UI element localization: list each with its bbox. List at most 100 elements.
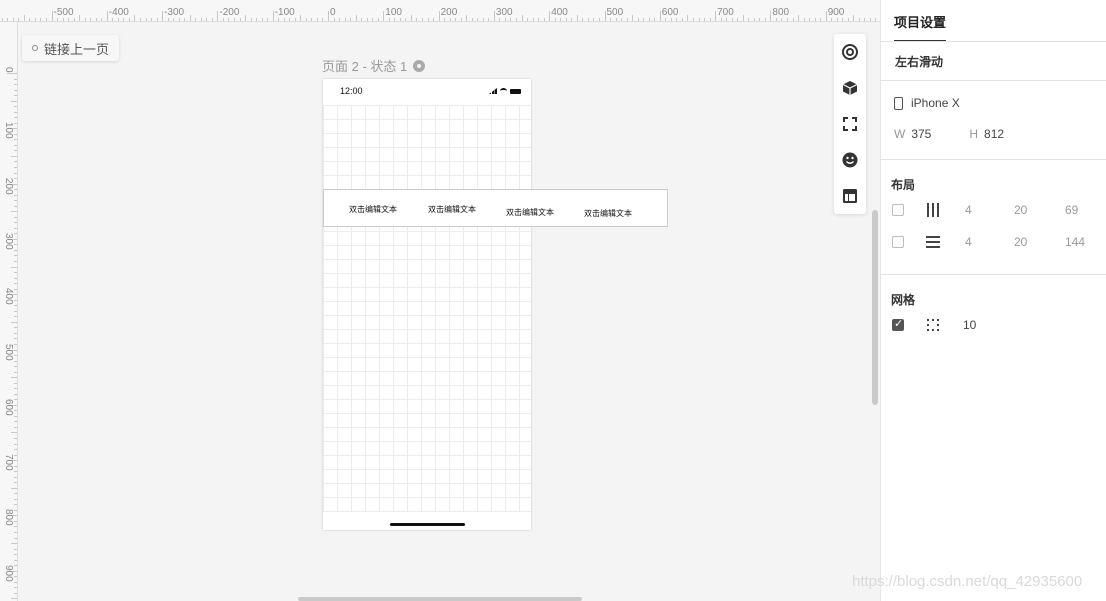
ruler-tick <box>499 18 501 21</box>
focus-frame-icon[interactable] <box>842 116 858 132</box>
ruler-tick <box>14 366 17 368</box>
ruler-tick <box>14 150 17 152</box>
swipe-item-text[interactable]: 双击编辑文本 <box>428 204 476 215</box>
columns-gutter[interactable]: 20 <box>1014 203 1027 217</box>
ruler-tick <box>742 15 744 21</box>
vertical-scrollbar[interactable] <box>872 210 878 405</box>
grid-size[interactable]: 10 <box>963 318 976 332</box>
ruler-tick <box>11 432 17 434</box>
ruler-label: -500 <box>53 7 74 18</box>
ruler-tick <box>256 18 258 21</box>
ruler-tick <box>692 18 694 21</box>
ruler-tick <box>748 18 750 21</box>
swipe-item-text[interactable]: 双击编辑文本 <box>584 208 632 219</box>
ruler-tick <box>858 18 860 21</box>
ruler-tick <box>14 272 17 274</box>
ruler-tick <box>95 18 97 21</box>
ruler-tick <box>687 15 689 21</box>
interaction-type-label[interactable]: 左右滑动 <box>895 53 943 70</box>
target-icon[interactable] <box>842 44 858 60</box>
ruler-tick <box>14 277 17 279</box>
ruler-tick <box>836 18 838 21</box>
height-value[interactable]: 812 <box>984 127 1004 141</box>
ruler-tick <box>14 249 17 251</box>
device-selector[interactable]: iPhone X <box>894 96 960 110</box>
grid-checkbox[interactable] <box>892 317 904 331</box>
ruler-label: 200 <box>440 7 458 18</box>
horizontal-scrollbar[interactable] <box>298 597 582 601</box>
rows-checkbox[interactable] <box>892 236 904 248</box>
columns-count[interactable]: 4 <box>965 203 972 217</box>
swipe-item-text[interactable]: 双击编辑文本 <box>349 204 397 215</box>
ruler-tick <box>14 592 17 594</box>
ruler-tick <box>23 15 25 21</box>
ruler-tick <box>305 18 307 21</box>
ruler-tick <box>322 18 324 21</box>
ruler-label: 200 <box>3 177 14 195</box>
ruler-tick <box>73 18 75 21</box>
rows-gutter[interactable]: 20 <box>1014 235 1027 249</box>
ruler-tick <box>250 18 252 21</box>
tab-project-settings[interactable]: 项目设置 <box>894 12 947 42</box>
ruler-tick <box>14 493 17 495</box>
swipe-component[interactable]: 双击编辑文本 双击编辑文本 双击编辑文本 双击编辑文本 <box>323 189 668 227</box>
ruler-tick <box>875 18 877 21</box>
ruler-label: 100 <box>385 7 402 18</box>
ruler-tick <box>759 18 761 21</box>
rows-margin[interactable]: 144 <box>1065 235 1085 249</box>
ruler-tick <box>14 78 17 80</box>
ruler-tick <box>84 18 86 21</box>
ruler-tick <box>173 18 175 21</box>
cube-icon[interactable] <box>842 80 858 96</box>
ruler-tick <box>427 18 429 21</box>
ruler-tick <box>106 11 108 21</box>
columns-margin[interactable]: 69 <box>1065 203 1078 217</box>
ruler-tick <box>455 18 457 21</box>
ruler-tick <box>14 443 17 445</box>
link-previous-page-button[interactable]: 链接上一页 <box>22 35 120 61</box>
ruler-label: 600 <box>3 398 14 416</box>
smiley-icon[interactable] <box>842 152 858 168</box>
ruler-tick <box>14 200 17 202</box>
status-icons <box>489 88 521 94</box>
ruler-tick <box>737 18 739 21</box>
circle-dot-icon <box>32 45 38 51</box>
width-value[interactable]: 375 <box>911 127 931 141</box>
ruler-tick <box>433 18 435 21</box>
ruler-tick <box>283 18 285 21</box>
swipe-item-text[interactable]: 双击编辑文本 <box>506 207 554 218</box>
ruler-tick <box>128 18 130 21</box>
divider <box>881 274 1106 275</box>
ruler-tick <box>543 18 545 21</box>
ruler-tick <box>14 310 17 312</box>
ruler-tick <box>156 18 158 21</box>
ruler-tick <box>560 18 562 21</box>
phone-artboard[interactable]: 12:00 <box>323 79 531 530</box>
ruler-tick <box>11 266 17 268</box>
columns-icon <box>927 203 939 217</box>
ruler-tick <box>14 554 17 556</box>
ruler-tick <box>477 18 479 21</box>
ruler-tick <box>831 18 833 21</box>
ruler-tick <box>14 89 17 91</box>
columns-checkbox[interactable] <box>892 204 904 216</box>
settings-gear-icon[interactable] <box>413 59 426 72</box>
layout-icon[interactable] <box>842 188 858 204</box>
height-label: H <box>969 127 979 141</box>
rows-count[interactable]: 4 <box>965 235 972 249</box>
ruler-tick <box>178 18 180 21</box>
ruler-tick <box>14 415 17 417</box>
ruler-tick <box>869 18 871 21</box>
ruler-tick <box>90 18 92 21</box>
ruler-tick <box>14 261 17 263</box>
ruler-tick <box>621 18 623 21</box>
ruler-tick <box>45 18 47 21</box>
ruler-tick <box>842 18 844 21</box>
ruler-tick <box>582 18 584 21</box>
ruler-tick <box>355 15 357 21</box>
ruler-tick <box>14 454 17 456</box>
ruler-tick <box>803 18 805 21</box>
ruler-tick <box>598 18 600 21</box>
ruler-tick <box>11 487 17 489</box>
ruler-tick <box>14 465 17 467</box>
